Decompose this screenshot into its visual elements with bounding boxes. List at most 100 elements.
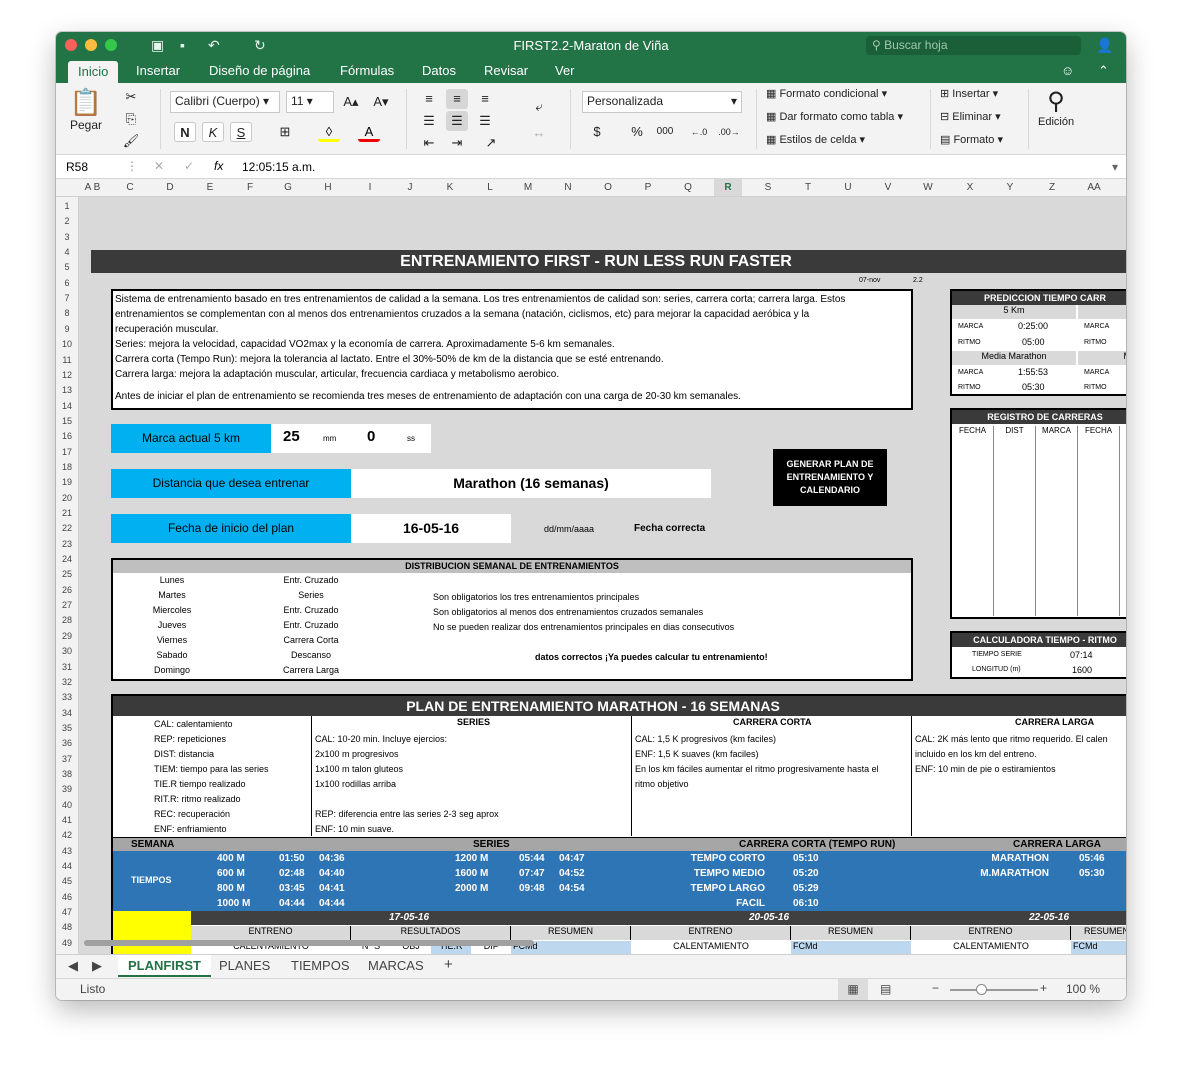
align-center-icon[interactable]: ☰ [446, 111, 468, 131]
column-header[interactable]: U [834, 182, 862, 193]
cell-styles-button[interactable]: ▦ Estilos de celda ▾ [766, 133, 865, 146]
row-header[interactable]: 32 [56, 677, 78, 687]
row-header[interactable]: 6 [56, 278, 78, 288]
cut-icon[interactable]: ✂ [120, 87, 142, 107]
row-header[interactable]: 28 [56, 615, 78, 625]
worksheet[interactable]: ENTRENAMIENTO FIRST - RUN LESS RUN FASTE… [79, 197, 1126, 954]
column-header[interactable]: E [196, 182, 224, 193]
column-header[interactable]: Z [1038, 182, 1066, 193]
row-header[interactable]: 9 [56, 324, 78, 334]
name-box[interactable]: R58 [66, 160, 88, 174]
row-header[interactable]: 5 [56, 262, 78, 272]
table-format-button[interactable]: ▦ Dar formato como tabla ▾ [766, 110, 903, 123]
increase-decimal-icon[interactable]: ←.0 [688, 122, 710, 142]
row-header[interactable]: 15 [56, 416, 78, 426]
calc-serie-value[interactable]: 07:14 [1070, 650, 1093, 660]
share-icon[interactable]: 👤 [1096, 37, 1113, 54]
column-header[interactable]: I [356, 182, 384, 193]
column-header[interactable]: T [794, 182, 822, 193]
row-header[interactable]: 36 [56, 738, 78, 748]
horizontal-scrollbar[interactable] [84, 940, 534, 946]
number-format-select[interactable]: Personalizada ▾ [582, 91, 742, 113]
row-header[interactable]: 23 [56, 539, 78, 549]
tab-ver[interactable]: Ver [555, 63, 575, 78]
row-header[interactable]: 14 [56, 401, 78, 411]
smiley-icon[interactable]: ☺ [1061, 63, 1074, 78]
row-header[interactable]: 39 [56, 784, 78, 794]
row-header[interactable]: 34 [56, 708, 78, 718]
column-header[interactable]: F [236, 182, 264, 193]
row-header[interactable]: 45 [56, 876, 78, 886]
ss-value[interactable]: 0 [367, 428, 375, 445]
row-header[interactable]: 48 [56, 922, 78, 932]
copy-icon[interactable]: ⎘ [120, 109, 142, 129]
shrink-font-icon[interactable]: A▾ [370, 92, 392, 112]
tab-inicio[interactable]: Inicio [68, 61, 119, 83]
name-box-dropdown-icon[interactable]: ⋮ [126, 159, 138, 173]
cond-format-button[interactable]: ▦ Formato condicional ▾ [766, 87, 887, 100]
format-painter-icon[interactable]: 🖌 [120, 131, 142, 151]
sheet-tab-planfirst[interactable]: PLANFIRST [118, 955, 211, 977]
column-header[interactable]: G [274, 182, 302, 193]
prev-sheet-icon[interactable]: ◀ [68, 958, 78, 974]
tab-formulas[interactable]: Fórmulas [340, 63, 394, 78]
column-header[interactable]: X [956, 182, 984, 193]
distance-select[interactable]: Marathon (16 semanas) [351, 469, 711, 498]
sheet-tab-tiempos[interactable]: TIEMPOS [291, 958, 350, 973]
row-header[interactable]: 24 [56, 554, 78, 564]
column-header[interactable]: AA [1080, 182, 1108, 193]
confirm-icon[interactable]: ✓ [184, 159, 194, 173]
row-header[interactable]: 21 [56, 508, 78, 518]
align-middle-icon[interactable]: ≡ [446, 89, 468, 109]
column-header[interactable]: H [314, 182, 342, 193]
indent-increase-icon[interactable]: ⇥ [446, 133, 468, 153]
row-header[interactable]: 1 [56, 201, 78, 211]
column-header[interactable]: O [594, 182, 622, 193]
italic-button[interactable]: K [202, 122, 224, 142]
row-header[interactable]: 29 [56, 631, 78, 641]
fill-color-icon[interactable]: ◊ [318, 122, 340, 142]
fx-icon[interactable]: fx [214, 159, 223, 173]
thousands-button[interactable]: 000 [654, 122, 676, 142]
start-date-input[interactable]: 16-05-16 [351, 514, 511, 543]
row-header[interactable]: 7 [56, 293, 78, 303]
cancel-icon[interactable]: ✕ [154, 159, 164, 173]
delete-button[interactable]: ⊟ Eliminar ▾ [940, 110, 1001, 123]
row-header[interactable]: 11 [56, 355, 78, 365]
row-header[interactable]: 49 [56, 938, 78, 948]
row-header[interactable]: 33 [56, 692, 78, 702]
column-header[interactable]: P [634, 182, 662, 193]
expand-formula-icon[interactable]: ▾ [1112, 160, 1118, 174]
row-header[interactable]: 10 [56, 339, 78, 349]
zoom-out-icon[interactable]: − [932, 981, 939, 995]
row-header[interactable]: 13 [56, 385, 78, 395]
tab-insertar[interactable]: Insertar [136, 63, 180, 78]
indent-decrease-icon[interactable]: ⇤ [418, 133, 440, 153]
column-header[interactable]: M [514, 182, 542, 193]
tab-revisar[interactable]: Revisar [484, 63, 528, 78]
column-header[interactable]: V [874, 182, 902, 193]
row-header[interactable]: 40 [56, 800, 78, 810]
column-header[interactable]: B [83, 182, 111, 193]
decrease-decimal-icon[interactable]: .00→ [718, 122, 740, 142]
row-header[interactable]: 47 [56, 907, 78, 917]
row-header[interactable]: 3 [56, 232, 78, 242]
currency-button[interactable]: $ [586, 122, 608, 142]
zoom-level[interactable]: 100 % [1066, 982, 1100, 996]
borders-icon[interactable]: ⊞ [274, 122, 296, 142]
row-header[interactable]: 35 [56, 723, 78, 733]
row-header[interactable]: 42 [56, 830, 78, 840]
row-header[interactable]: 46 [56, 892, 78, 902]
add-sheet-icon[interactable]: + [444, 956, 453, 973]
row-header[interactable]: 19 [56, 477, 78, 487]
row-header[interactable]: 16 [56, 431, 78, 441]
font-color-icon[interactable]: A [358, 122, 380, 142]
calc-length-value[interactable]: 1600 [1072, 665, 1092, 675]
percent-button[interactable]: % [626, 122, 648, 142]
mm-value[interactable]: 25 [283, 428, 300, 445]
font-name-select[interactable]: Calibri (Cuerpo) ▾ [170, 91, 280, 113]
search-input[interactable]: ⚲ Buscar hoja [866, 36, 1081, 55]
column-header[interactable]: D [156, 182, 184, 193]
align-left-icon[interactable]: ☰ [418, 111, 440, 131]
wrap-text-icon[interactable]: ⤶ [528, 97, 550, 117]
